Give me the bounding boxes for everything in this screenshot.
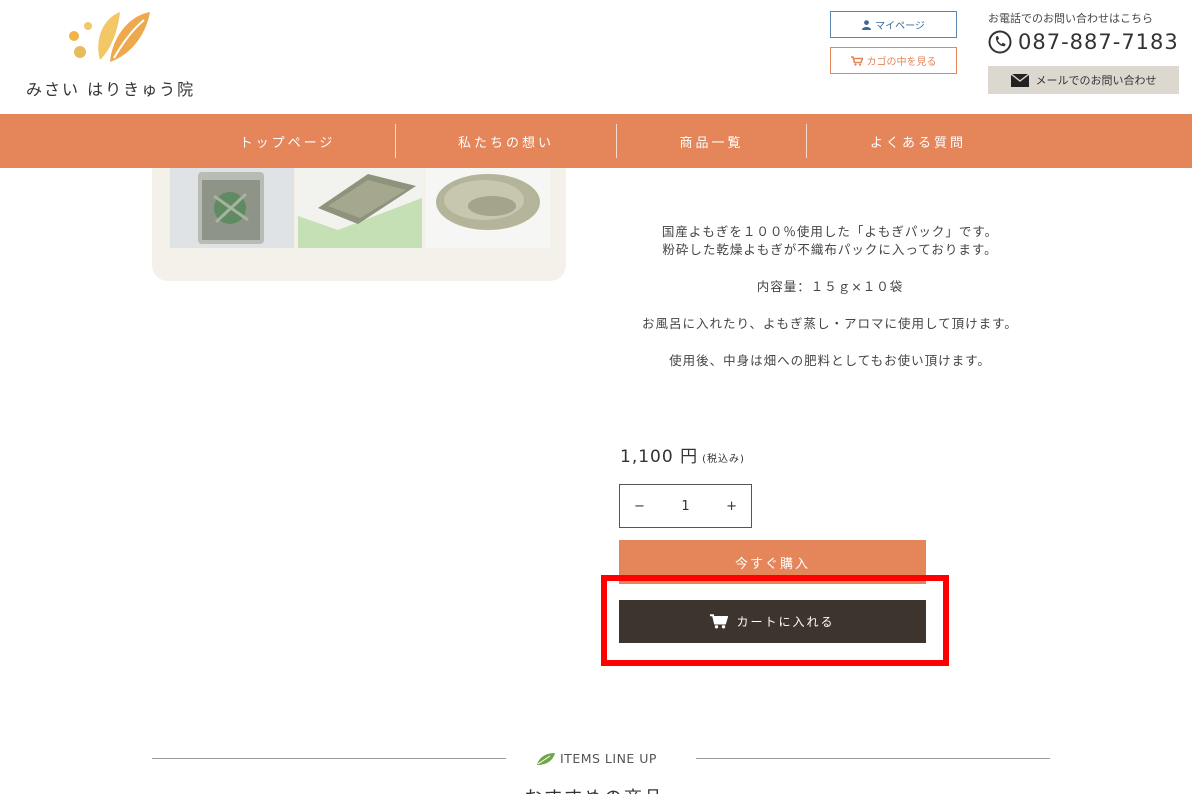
cart-icon: [850, 55, 863, 66]
site-header: みさい はりきゅう院 マイページ カゴの中を見る お電話でのお問い合わせはこちら…: [0, 0, 1192, 114]
mail-contact-button[interactable]: メールでのお問い合わせ: [988, 66, 1179, 94]
nav-item-our-thoughts[interactable]: 私たちの想い: [396, 114, 616, 168]
nav-item-faq[interactable]: よくある質問: [807, 114, 1029, 168]
product-price: 1,100 円 (税込み): [620, 442, 745, 467]
nav-item-top[interactable]: トップページ: [180, 114, 395, 168]
product-gallery: [152, 150, 566, 281]
site-logo[interactable]: みさい はりきゅう院: [26, 8, 206, 103]
lineup-divider: [152, 758, 506, 759]
tax-note: (税込み): [702, 454, 745, 465]
leaf-icon: [537, 752, 555, 765]
product-description: 国産よもぎを１００％使用した「よもぎパック」です。 粉砕した乾燥よもぎが不織布パ…: [620, 223, 1040, 389]
quantity-input[interactable]: 1: [681, 499, 689, 514]
contact-label: お電話でのお問い合わせはこちら: [988, 12, 1153, 25]
quantity-stepper: − 1 +: [619, 484, 752, 528]
global-nav: トップページ 私たちの想い 商品一覧 よくある質問: [0, 114, 1192, 168]
mail-icon: [1010, 73, 1029, 87]
description-content: 内容量：１５ｇ×１０袋: [756, 279, 904, 294]
product-thumbnail[interactable]: [426, 168, 550, 248]
user-icon: [862, 19, 872, 30]
nav-item-products[interactable]: 商品一覧: [617, 114, 806, 168]
section-title: おすすめの商品: [524, 784, 664, 794]
mail-contact-label: メールでのお問い合わせ: [1035, 74, 1157, 87]
highlight-box: [601, 575, 949, 666]
product-thumbnail[interactable]: [170, 168, 294, 248]
mypage-button[interactable]: マイページ: [830, 11, 957, 38]
quantity-increase-button[interactable]: +: [726, 499, 737, 514]
description-usage: お風呂に入れたり、よもぎ蒸し・アロマに使用して頂けます。: [642, 316, 1018, 331]
items-lineup-heading: ITEMS LINE UP: [536, 751, 657, 766]
phone-number: 087-887-7183: [1018, 30, 1179, 54]
price-value: 1,100 円: [620, 447, 699, 467]
view-cart-label: カゴの中を見る: [866, 57, 937, 68]
logo-text: みさい はりきゅう院: [26, 80, 196, 99]
contact-block: お電話でのお問い合わせはこちら 087-887-7183 メールでのお問い合わせ: [988, 10, 1180, 100]
quantity-decrease-button[interactable]: −: [634, 499, 645, 514]
description-after-use: 使用後、中身は畑への肥料としてもお使い頂けます。: [669, 353, 991, 368]
view-cart-button[interactable]: カゴの中を見る: [830, 47, 957, 74]
lineup-divider: [696, 758, 1050, 759]
logo-leaf-icon: [69, 12, 150, 62]
lineup-label: ITEMS LINE UP: [560, 751, 657, 766]
description-text: 国産よもぎを１００％使用した「よもぎパック」です。 粉砕した乾燥よもぎが不織布パ…: [661, 224, 999, 257]
mypage-label: マイページ: [875, 21, 925, 32]
phone-icon: [988, 30, 1012, 54]
product-thumbnail[interactable]: [298, 168, 422, 248]
phone-link[interactable]: 087-887-7183: [988, 30, 1179, 54]
